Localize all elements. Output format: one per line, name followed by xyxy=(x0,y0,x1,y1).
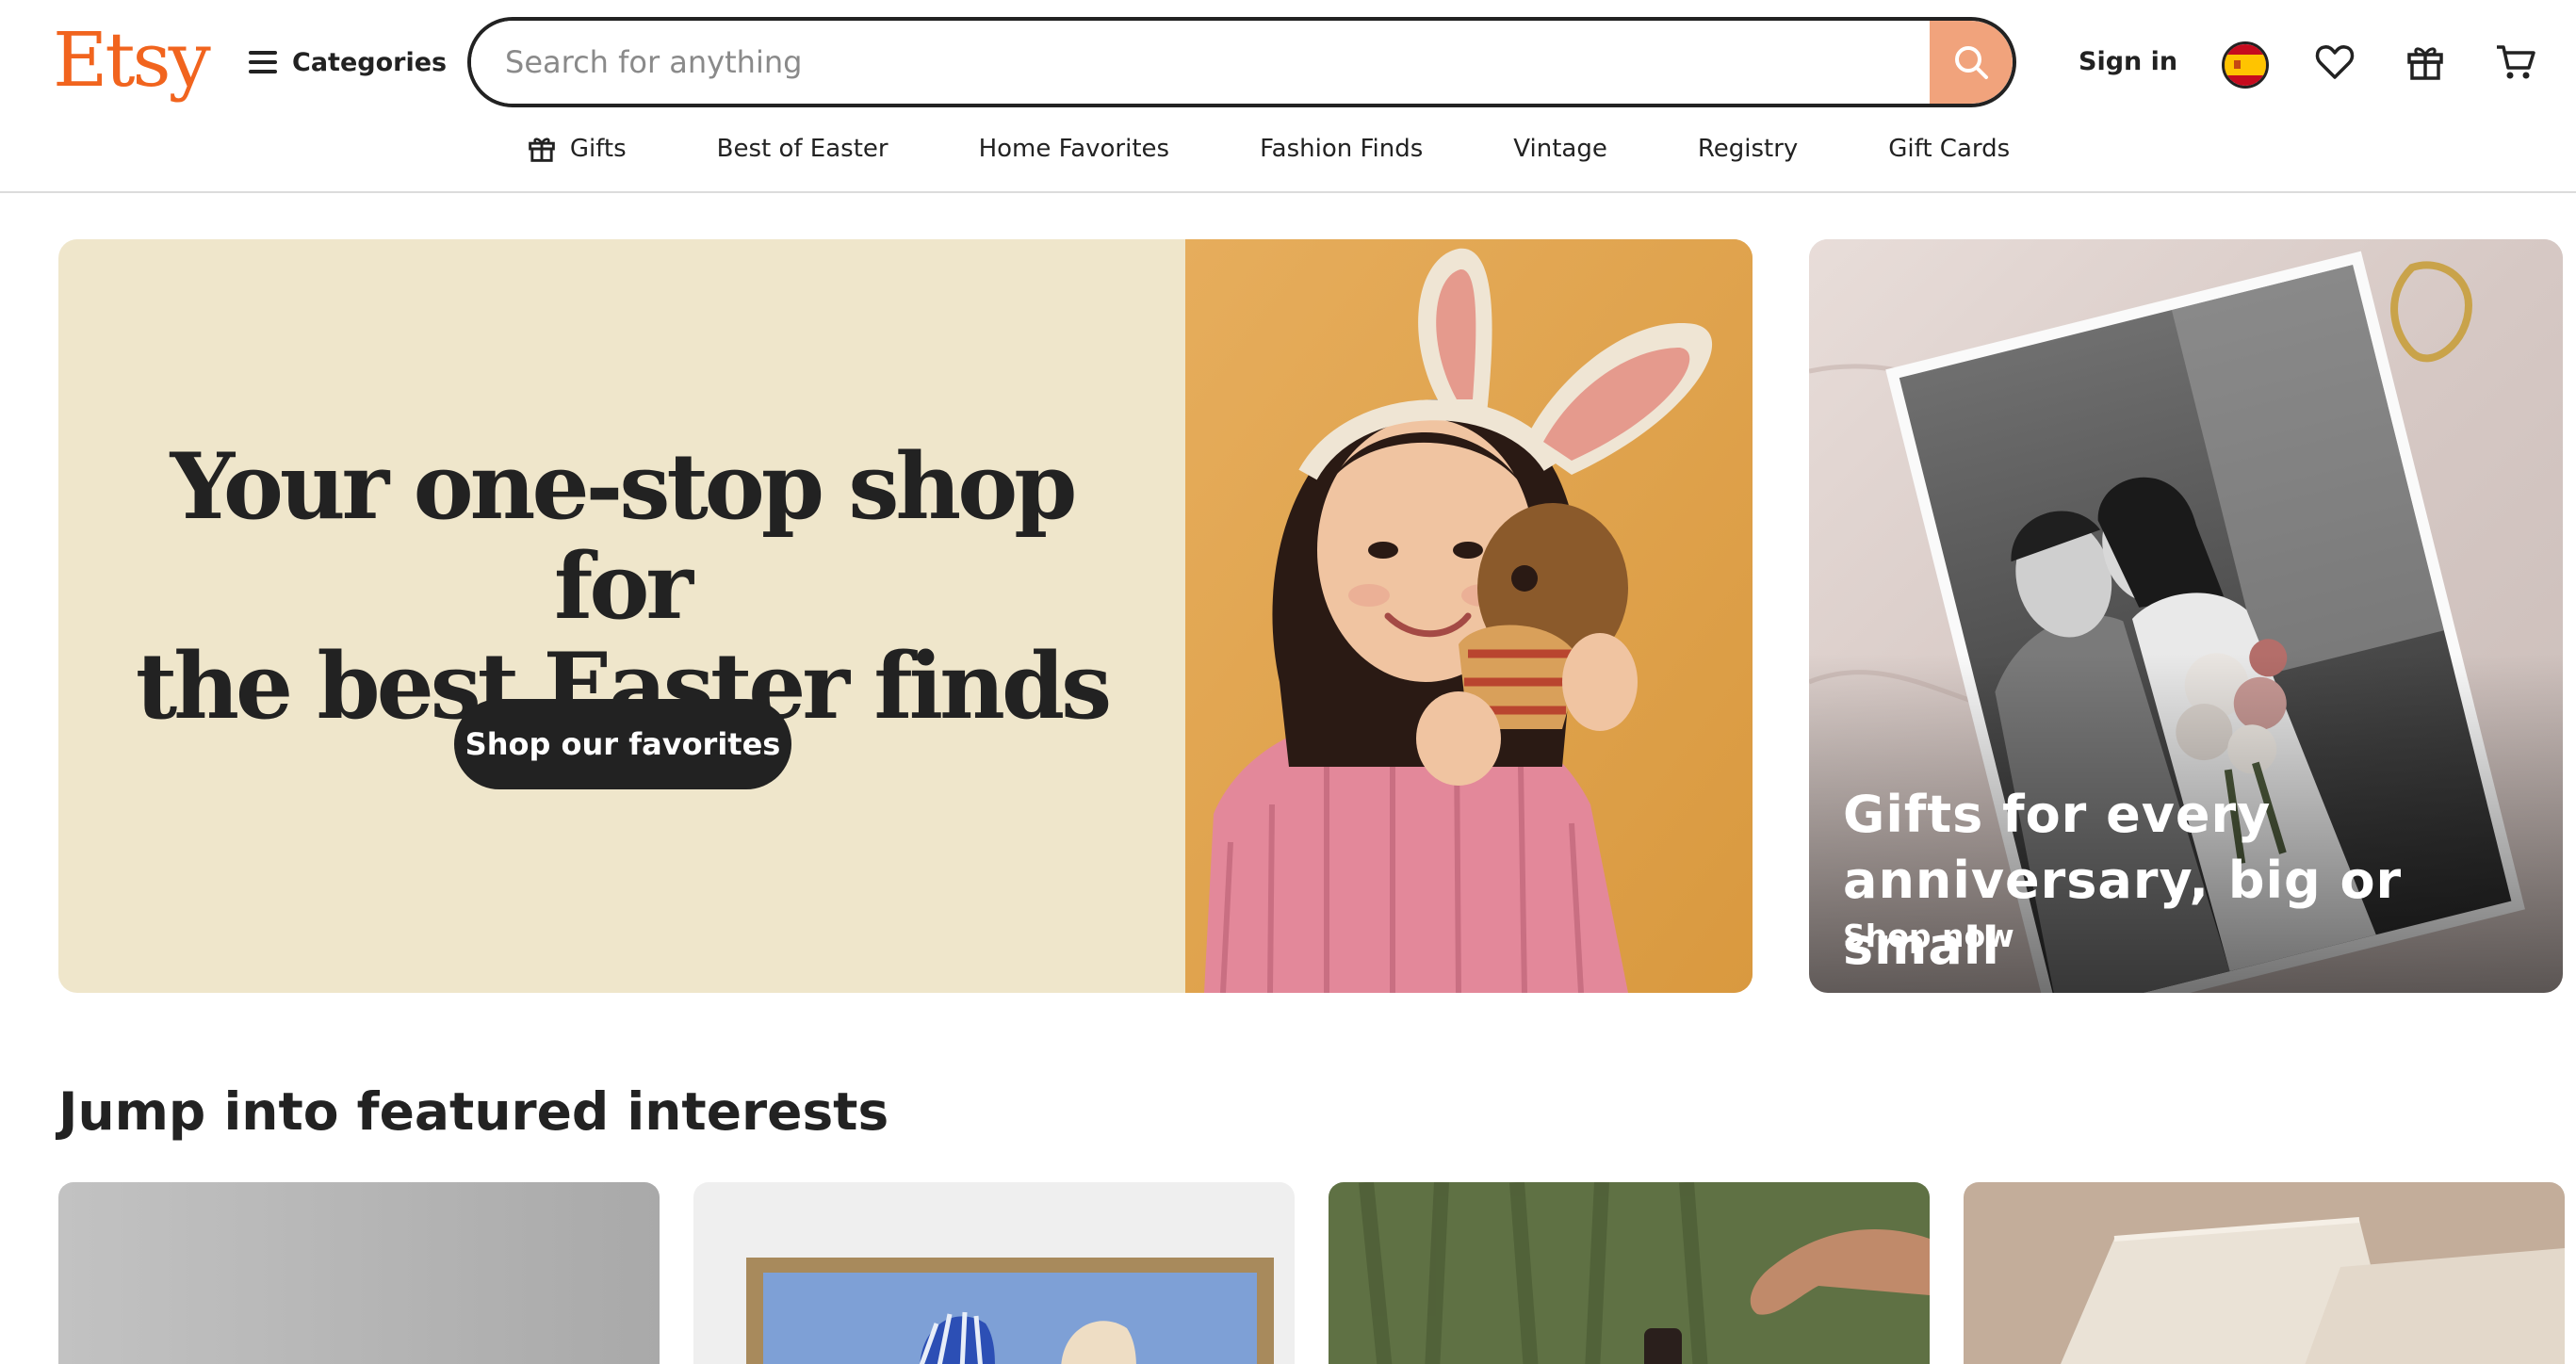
heart-icon xyxy=(2315,45,2355,79)
etsy-logo[interactable]: Etsy xyxy=(53,13,211,107)
featured-interest-tile[interactable] xyxy=(1329,1182,1930,1364)
cart-button[interactable] xyxy=(2489,36,2542,89)
featured-interests-title: Jump into featured interests xyxy=(58,1081,889,1142)
sign-in-link[interactable]: Sign in xyxy=(2079,41,2177,83)
hero-banner: Your one-stop shop for the best Easter f… xyxy=(58,239,1753,993)
featured-interest-tile[interactable] xyxy=(1964,1182,2565,1364)
menu-icon xyxy=(249,51,277,73)
anniversary-gifts-card[interactable]: Gifts for every anniversary, big or smal… xyxy=(1809,239,2563,993)
featured-interest-tile[interactable] xyxy=(58,1182,660,1364)
featured-interest-image xyxy=(693,1182,1295,1364)
gift-icon xyxy=(528,138,555,162)
search-icon xyxy=(1955,46,1988,79)
site-header: Etsy Categories Sign in xyxy=(0,0,2576,193)
nav-item-registry[interactable]: Registry xyxy=(1653,122,1843,175)
shop-favorites-button[interactable]: Shop our favorites xyxy=(454,699,791,789)
category-nav: Gifts Best of Easter Home Favorites Fash… xyxy=(0,122,2576,175)
spain-flag-icon[interactable] xyxy=(2222,41,2269,89)
shop-now-link[interactable]: Shop now xyxy=(1843,917,2014,954)
search-button[interactable] xyxy=(1930,21,2013,104)
featured-interest-image xyxy=(1329,1182,1930,1364)
featured-interest-tile[interactable] xyxy=(693,1182,1295,1364)
nav-item-gifts[interactable]: Gifts xyxy=(481,122,672,175)
nav-item-label: Gifts xyxy=(569,135,627,163)
categories-button[interactable]: Categories xyxy=(249,41,447,83)
favorites-button[interactable] xyxy=(2308,36,2361,89)
cart-icon xyxy=(2497,45,2535,79)
featured-interest-image xyxy=(58,1182,660,1364)
hero-image[interactable] xyxy=(1185,239,1753,993)
nav-item-best-of-easter[interactable]: Best of Easter xyxy=(672,122,934,175)
featured-interest-image xyxy=(1964,1182,2565,1364)
search-input[interactable] xyxy=(471,21,1930,104)
gift-icon xyxy=(2407,47,2443,80)
nav-item-vintage[interactable]: Vintage xyxy=(1468,122,1653,175)
nav-item-home-favorites[interactable]: Home Favorites xyxy=(934,122,1215,175)
hero-title-line-1: Your one-stop shop for xyxy=(170,433,1078,640)
search-bar xyxy=(467,17,2016,107)
hero-title: Your one-stop shop for the best Easter f… xyxy=(96,437,1148,737)
nav-item-fashion-finds[interactable]: Fashion Finds xyxy=(1215,122,1468,175)
gift-mode-button[interactable] xyxy=(2399,36,2452,89)
categories-label: Categories xyxy=(292,47,448,77)
hero-text-panel: Your one-stop shop for the best Easter f… xyxy=(58,239,1185,993)
nav-item-gift-cards[interactable]: Gift Cards xyxy=(1843,122,2055,175)
